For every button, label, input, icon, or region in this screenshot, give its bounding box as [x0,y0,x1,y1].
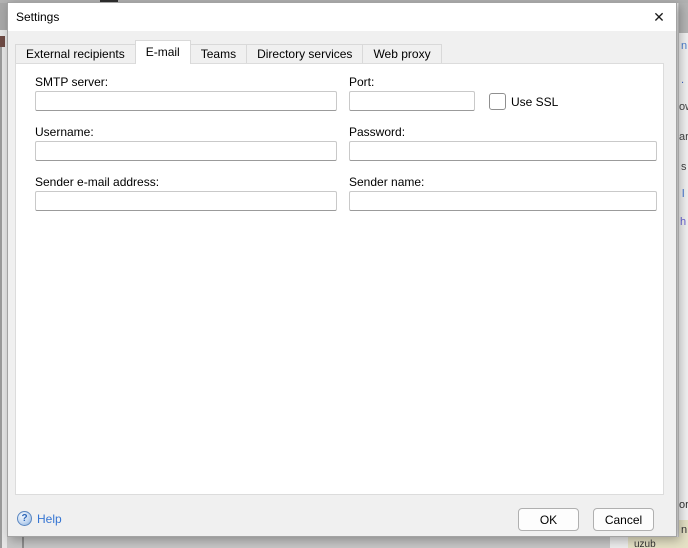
background-text-fragment: or [679,499,688,511]
background-left-top-segment [0,3,7,30]
username-input[interactable] [35,141,337,161]
sender-email-label: Sender e-mail address: [35,175,159,189]
cancel-button[interactable]: Cancel [593,508,654,531]
background-text-fragment: ow [679,101,688,113]
help-icon: ? [17,511,32,526]
port-label: Port: [349,75,374,89]
sender-email-input[interactable] [35,191,337,211]
help-label: Help [37,512,62,526]
background-text-fragment: uzub [634,539,656,548]
tab-external-recipients[interactable]: External recipients [15,44,136,63]
background-text-fragment: h [680,216,686,228]
background-right-top-segment [678,3,688,33]
settings-dialog: Settings ✕ External recipients E-mail Te… [7,2,677,537]
smtp-server-label: SMTP server: [35,75,108,89]
background-right-edge-line [678,3,679,548]
background-text-fragment: . [681,74,684,86]
tab-email[interactable]: E-mail [135,40,191,64]
background-text-fragment: n [681,40,687,52]
port-input[interactable] [349,91,475,111]
close-icon[interactable]: ✕ [647,6,671,28]
password-input[interactable] [349,141,657,161]
background-text-fragment: n [681,524,687,536]
password-label: Password: [349,125,405,139]
sender-name-label: Sender name: [349,175,424,189]
username-label: Username: [35,125,94,139]
background-left-maroon-block [0,36,5,47]
background-bottom-light-block [610,537,628,548]
use-ssl-checkbox[interactable] [489,93,506,110]
screen: n . ow ar s l h or n uzub Settings ✕ Ext… [0,0,688,548]
tab-teams[interactable]: Teams [190,44,247,63]
dialog-title: Settings [16,10,59,24]
background-text-fragment: s [681,161,687,173]
background-text-fragment: ar [679,131,688,143]
tab-directory-services[interactable]: Directory services [246,44,363,63]
dialog-titlebar: Settings ✕ [8,3,676,31]
help-link[interactable]: ? Help [17,511,62,526]
email-tab-panel: SMTP server: Port: Use SSL Username: Pas… [15,63,664,495]
tab-bar: External recipients E-mail Teams Directo… [15,41,442,63]
background-text-fragment: l [682,188,684,200]
ok-button[interactable]: OK [518,508,579,531]
background-bottom-strip [7,537,688,548]
tab-web-proxy[interactable]: Web proxy [362,44,441,63]
use-ssl-label: Use SSL [511,95,558,109]
smtp-server-input[interactable] [35,91,337,111]
background-left-line [0,47,2,548]
sender-name-input[interactable] [349,191,657,211]
background-bottom-line [22,537,24,548]
